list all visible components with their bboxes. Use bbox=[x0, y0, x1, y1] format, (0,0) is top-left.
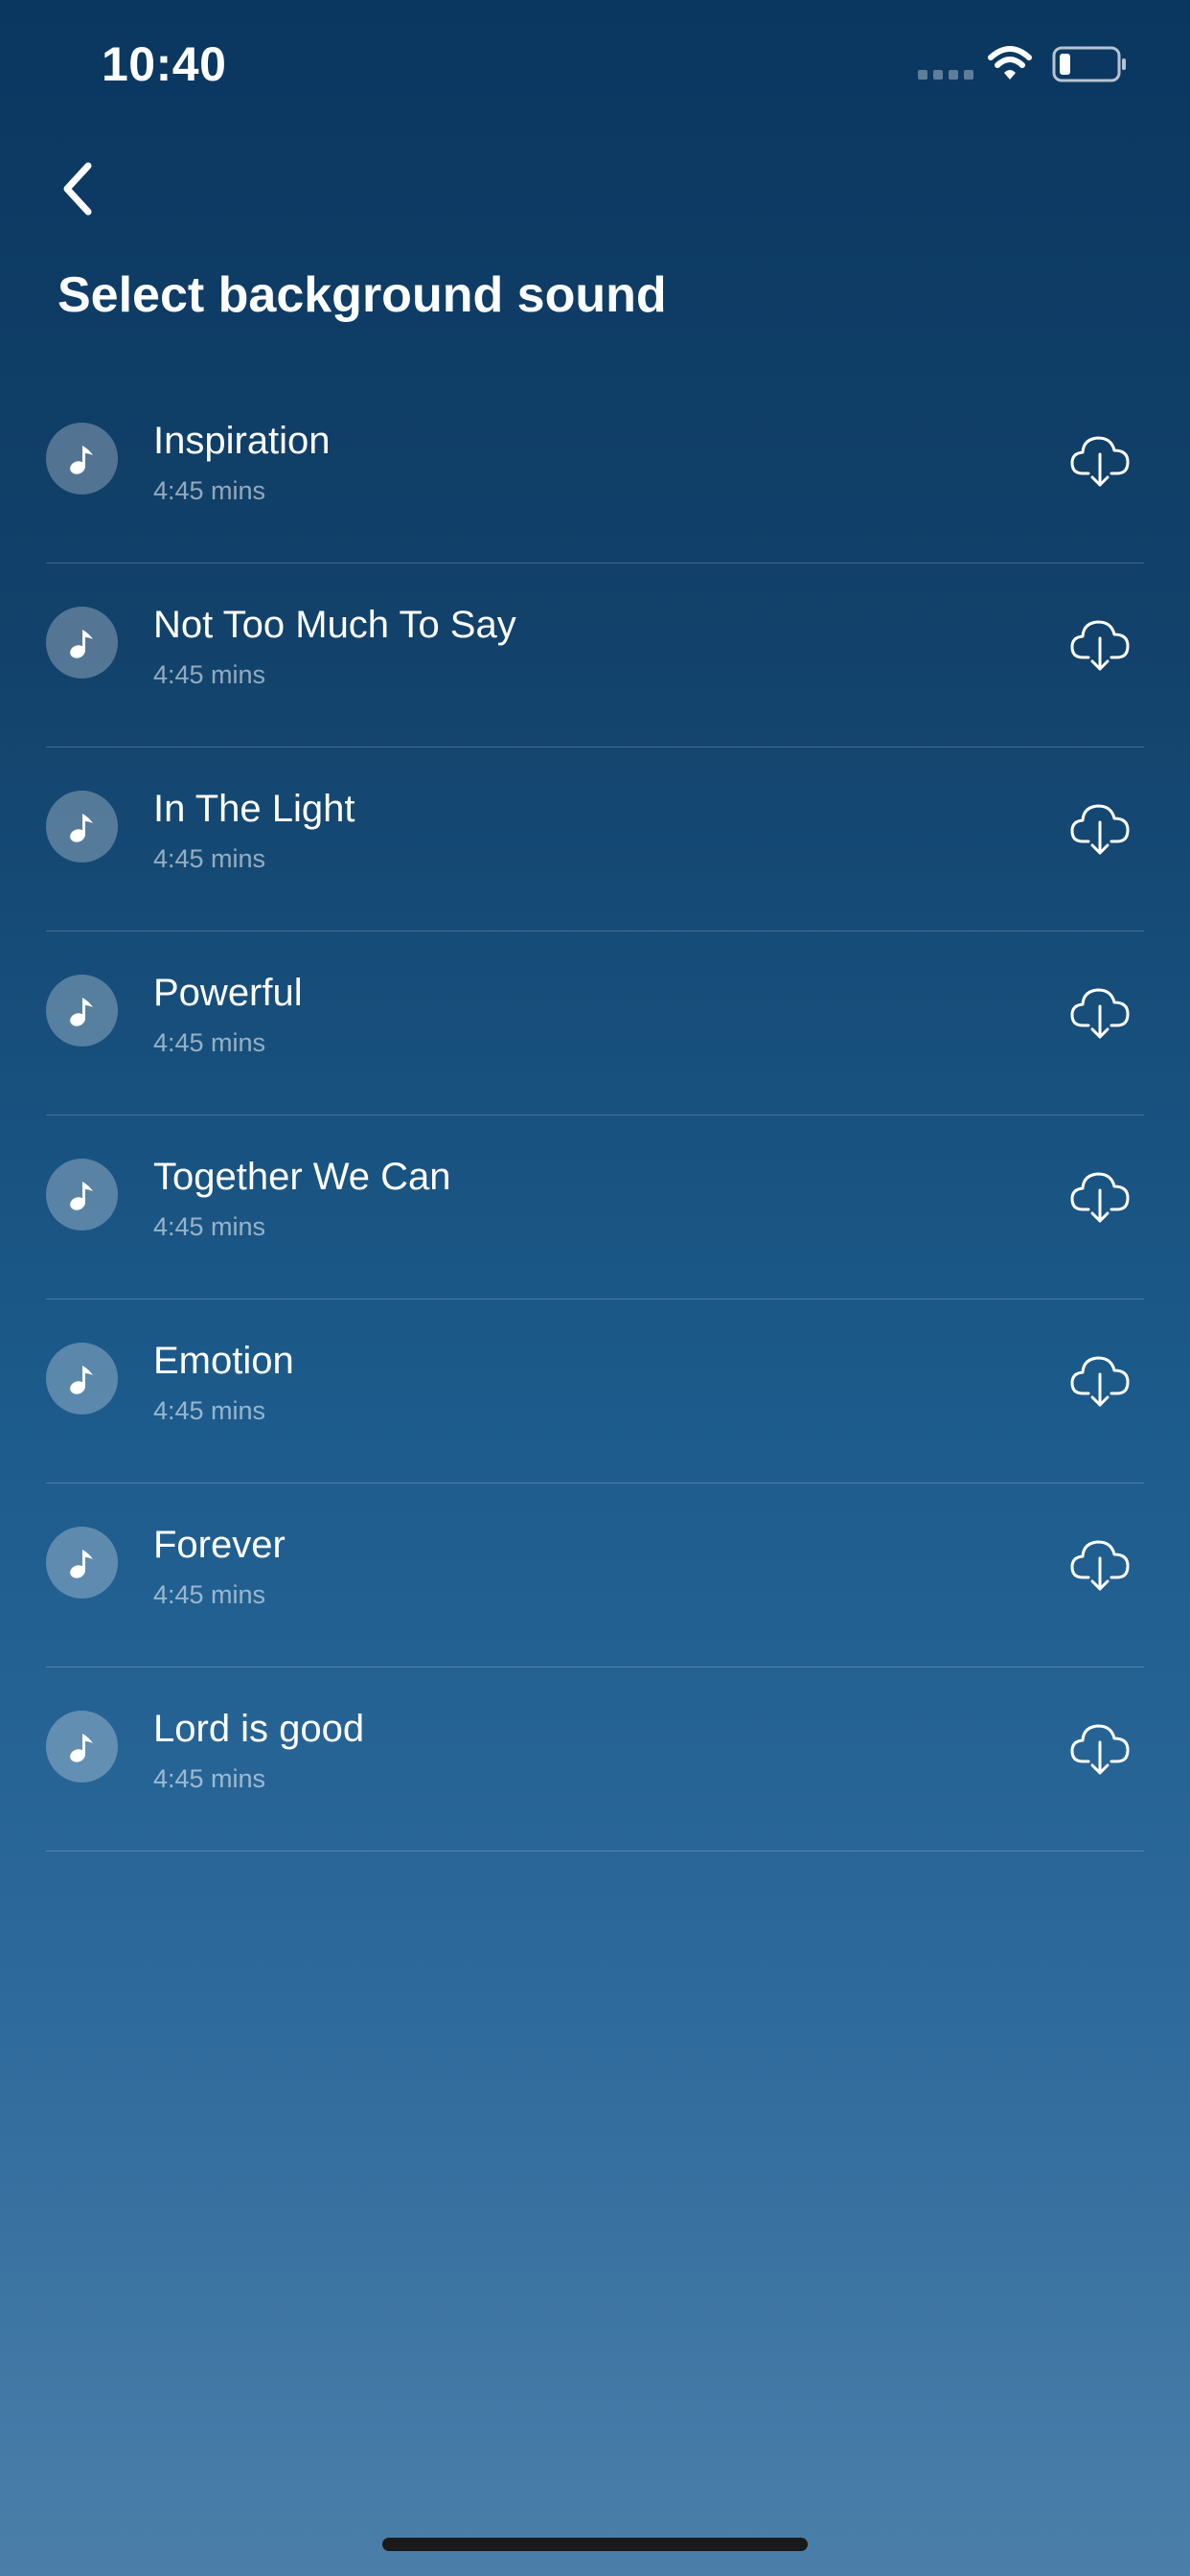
music-note-icon bbox=[46, 1527, 118, 1598]
back-button[interactable] bbox=[50, 155, 107, 222]
sound-duration: 4:45 mins bbox=[153, 844, 266, 873]
sound-duration: 4:45 mins bbox=[153, 1028, 266, 1057]
list-item[interactable]: Lord is good 4:45 mins bbox=[46, 1668, 1144, 1852]
page-title: Select background sound bbox=[57, 267, 667, 323]
list-item[interactable]: Not Too Much To Say 4:45 mins bbox=[46, 564, 1144, 748]
cloud-download-icon bbox=[1070, 1172, 1130, 1223]
music-note-icon bbox=[46, 607, 118, 678]
music-note-icon bbox=[46, 1159, 118, 1230]
sound-title: Emotion bbox=[153, 1340, 294, 1382]
list-item[interactable]: Powerful 4:45 mins bbox=[46, 932, 1144, 1116]
list-item[interactable]: In The Light 4:45 mins bbox=[46, 748, 1144, 932]
cloud-download-icon bbox=[1070, 1540, 1130, 1591]
list-item[interactable]: Emotion 4:45 mins bbox=[46, 1300, 1144, 1484]
download-button[interactable] bbox=[1069, 981, 1131, 1041]
cloud-download-icon bbox=[1070, 988, 1130, 1039]
cloud-download-icon bbox=[1070, 620, 1130, 671]
list-item[interactable]: Forever 4:45 mins bbox=[46, 1484, 1144, 1668]
sound-duration: 4:45 mins bbox=[153, 1396, 266, 1425]
sound-duration: 4:45 mins bbox=[153, 476, 266, 505]
cloud-download-icon bbox=[1070, 1356, 1130, 1407]
download-button[interactable] bbox=[1069, 797, 1131, 857]
sound-title: Powerful bbox=[153, 972, 303, 1014]
chevron-left-icon bbox=[63, 162, 92, 216]
music-note-icon bbox=[46, 423, 118, 494]
sound-title: Inspiration bbox=[153, 420, 331, 462]
cloud-download-icon bbox=[1070, 1724, 1130, 1775]
download-button[interactable] bbox=[1069, 1349, 1131, 1409]
wifi-icon bbox=[988, 46, 1032, 80]
sound-duration: 4:45 mins bbox=[153, 1580, 266, 1609]
status-time: 10:40 bbox=[102, 37, 227, 91]
sound-title: Not Too Much To Say bbox=[153, 604, 516, 646]
download-button[interactable] bbox=[1069, 1533, 1131, 1593]
cloud-download-icon bbox=[1070, 804, 1130, 855]
home-indicator[interactable] bbox=[382, 2538, 808, 2551]
download-button[interactable] bbox=[1069, 613, 1131, 673]
cellular-signal-icon bbox=[918, 70, 973, 80]
list-item[interactable]: Together We Can 4:45 mins bbox=[46, 1116, 1144, 1300]
sound-title: Forever bbox=[153, 1524, 286, 1566]
sound-duration: 4:45 mins bbox=[153, 1764, 266, 1793]
sound-list: Inspiration 4:45 mins Not Too Much To Sa… bbox=[46, 380, 1144, 1852]
sound-duration: 4:45 mins bbox=[153, 660, 266, 689]
download-button[interactable] bbox=[1069, 1717, 1131, 1777]
sound-duration: 4:45 mins bbox=[153, 1212, 266, 1241]
sound-title: Lord is good bbox=[153, 1708, 365, 1750]
music-note-icon bbox=[46, 975, 118, 1046]
music-note-icon bbox=[46, 1711, 118, 1782]
download-button[interactable] bbox=[1069, 429, 1131, 489]
battery-icon bbox=[1052, 46, 1126, 82]
music-note-icon bbox=[46, 791, 118, 862]
cloud-download-icon bbox=[1070, 436, 1130, 487]
download-button[interactable] bbox=[1069, 1165, 1131, 1225]
status-bar: 10:40 bbox=[0, 0, 1190, 130]
sound-title: In The Light bbox=[153, 788, 355, 830]
sound-title: Together We Can bbox=[153, 1156, 451, 1198]
list-item[interactable]: Inspiration 4:45 mins bbox=[46, 380, 1144, 564]
music-note-icon bbox=[46, 1343, 118, 1414]
